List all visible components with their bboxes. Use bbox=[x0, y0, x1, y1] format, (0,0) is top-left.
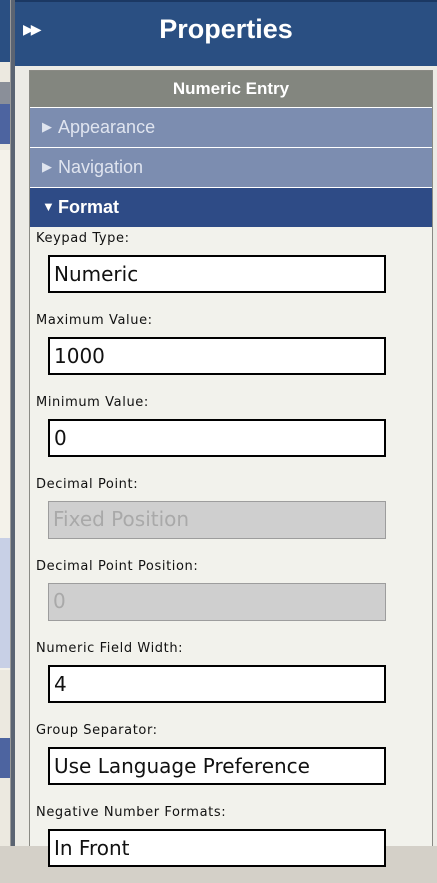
properties-titlebar: ▶▶ Properties bbox=[15, 0, 437, 66]
properties-panel: ▶▶ Properties Numeric Entry ▶ Appearance … bbox=[15, 0, 437, 867]
decimal-point-input: Fixed Position bbox=[48, 501, 386, 539]
field-decimal-point-position: Decimal Point Position: 0 bbox=[30, 555, 432, 637]
field-label: Decimal Point: bbox=[36, 477, 139, 492]
field-label: Decimal Point Position: bbox=[36, 559, 199, 574]
background-window-edge bbox=[0, 0, 11, 846]
section-label: Appearance bbox=[58, 117, 156, 137]
field-decimal-point: Decimal Point: Fixed Position bbox=[30, 473, 432, 555]
format-fields: Keypad Type: Numeric Maximum Value: 1000… bbox=[30, 227, 432, 883]
object-type-header: Numeric Entry bbox=[30, 71, 432, 107]
field-negative-number-formats: Negative Number Formats: In Front bbox=[30, 801, 432, 883]
negative-number-formats-input[interactable]: In Front bbox=[48, 829, 386, 867]
field-numeric-field-width: Numeric Field Width: 4 bbox=[30, 637, 432, 719]
field-group-separator: Group Separator: Use Language Preference bbox=[30, 719, 432, 801]
field-label: Minimum Value: bbox=[36, 395, 149, 410]
keypad-type-input[interactable]: Numeric bbox=[48, 255, 386, 293]
group-separator-input[interactable]: Use Language Preference bbox=[48, 747, 386, 785]
field-label: Keypad Type: bbox=[36, 231, 130, 246]
section-format[interactable]: ▼ Format bbox=[30, 187, 432, 227]
section-navigation[interactable]: ▶ Navigation bbox=[30, 147, 432, 187]
properties-content: Numeric Entry ▶ Appearance ▶ Navigation ▼ F… bbox=[29, 70, 433, 867]
decimal-point-position-input: 0 bbox=[48, 583, 386, 621]
field-label: Maximum Value: bbox=[36, 313, 153, 328]
triangle-right-icon: ▶ bbox=[42, 159, 52, 174]
section-label: Format bbox=[58, 197, 120, 217]
triangle-right-icon: ▶ bbox=[42, 119, 52, 134]
section-appearance[interactable]: ▶ Appearance bbox=[30, 107, 432, 147]
panel-title: Properties bbox=[159, 14, 293, 44]
field-label: Group Separator: bbox=[36, 723, 158, 738]
field-minimum-value: Minimum Value: 0 bbox=[30, 391, 432, 473]
minimum-value-input[interactable]: 0 bbox=[48, 419, 386, 457]
field-label: Negative Number Formats: bbox=[36, 805, 227, 820]
maximum-value-input[interactable]: 1000 bbox=[48, 337, 386, 375]
field-maximum-value: Maximum Value: 1000 bbox=[30, 309, 432, 391]
field-label: Numeric Field Width: bbox=[36, 641, 184, 656]
numeric-field-width-input[interactable]: 4 bbox=[48, 665, 386, 703]
section-label: Navigation bbox=[58, 157, 144, 177]
triangle-down-icon: ▼ bbox=[42, 199, 55, 214]
field-keypad-type: Keypad Type: Numeric bbox=[30, 227, 432, 309]
